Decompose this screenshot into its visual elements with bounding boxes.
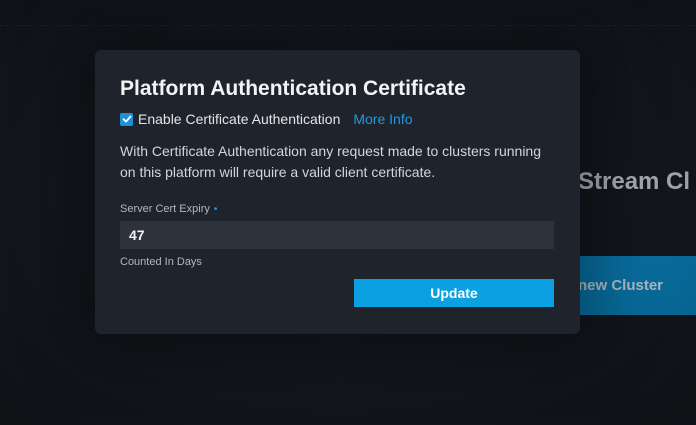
expiry-field-label: Server Cert Expiry • [120, 202, 555, 216]
certificate-modal: Platform Authentication Certificate Enab… [95, 50, 580, 334]
expiry-label-text: Server Cert Expiry [120, 203, 210, 215]
app-page: Stream Cl new Cluster Platform Authentic… [0, 0, 696, 425]
required-marker: • [213, 203, 218, 215]
top-bar [0, 0, 696, 26]
more-info-link[interactable]: More Info [353, 111, 412, 127]
update-button[interactable]: Update [354, 279, 554, 307]
checkmark-icon [122, 115, 131, 123]
enable-cert-auth-checkbox[interactable] [120, 112, 133, 126]
background-page-heading: Stream Cl [578, 168, 691, 195]
expiry-hint: Counted In Days [120, 256, 202, 268]
modal-description: With Certificate Authentication any requ… [120, 143, 541, 180]
enable-cert-auth-label[interactable]: Enable Certificate Authentication [138, 111, 340, 127]
server-cert-expiry-input[interactable] [120, 221, 554, 249]
modal-title: Platform Authentication Certificate [120, 77, 466, 100]
new-cluster-button[interactable]: new Cluster [566, 256, 696, 315]
enable-cert-auth-row: Enable Certificate Authentication More I… [120, 109, 555, 129]
